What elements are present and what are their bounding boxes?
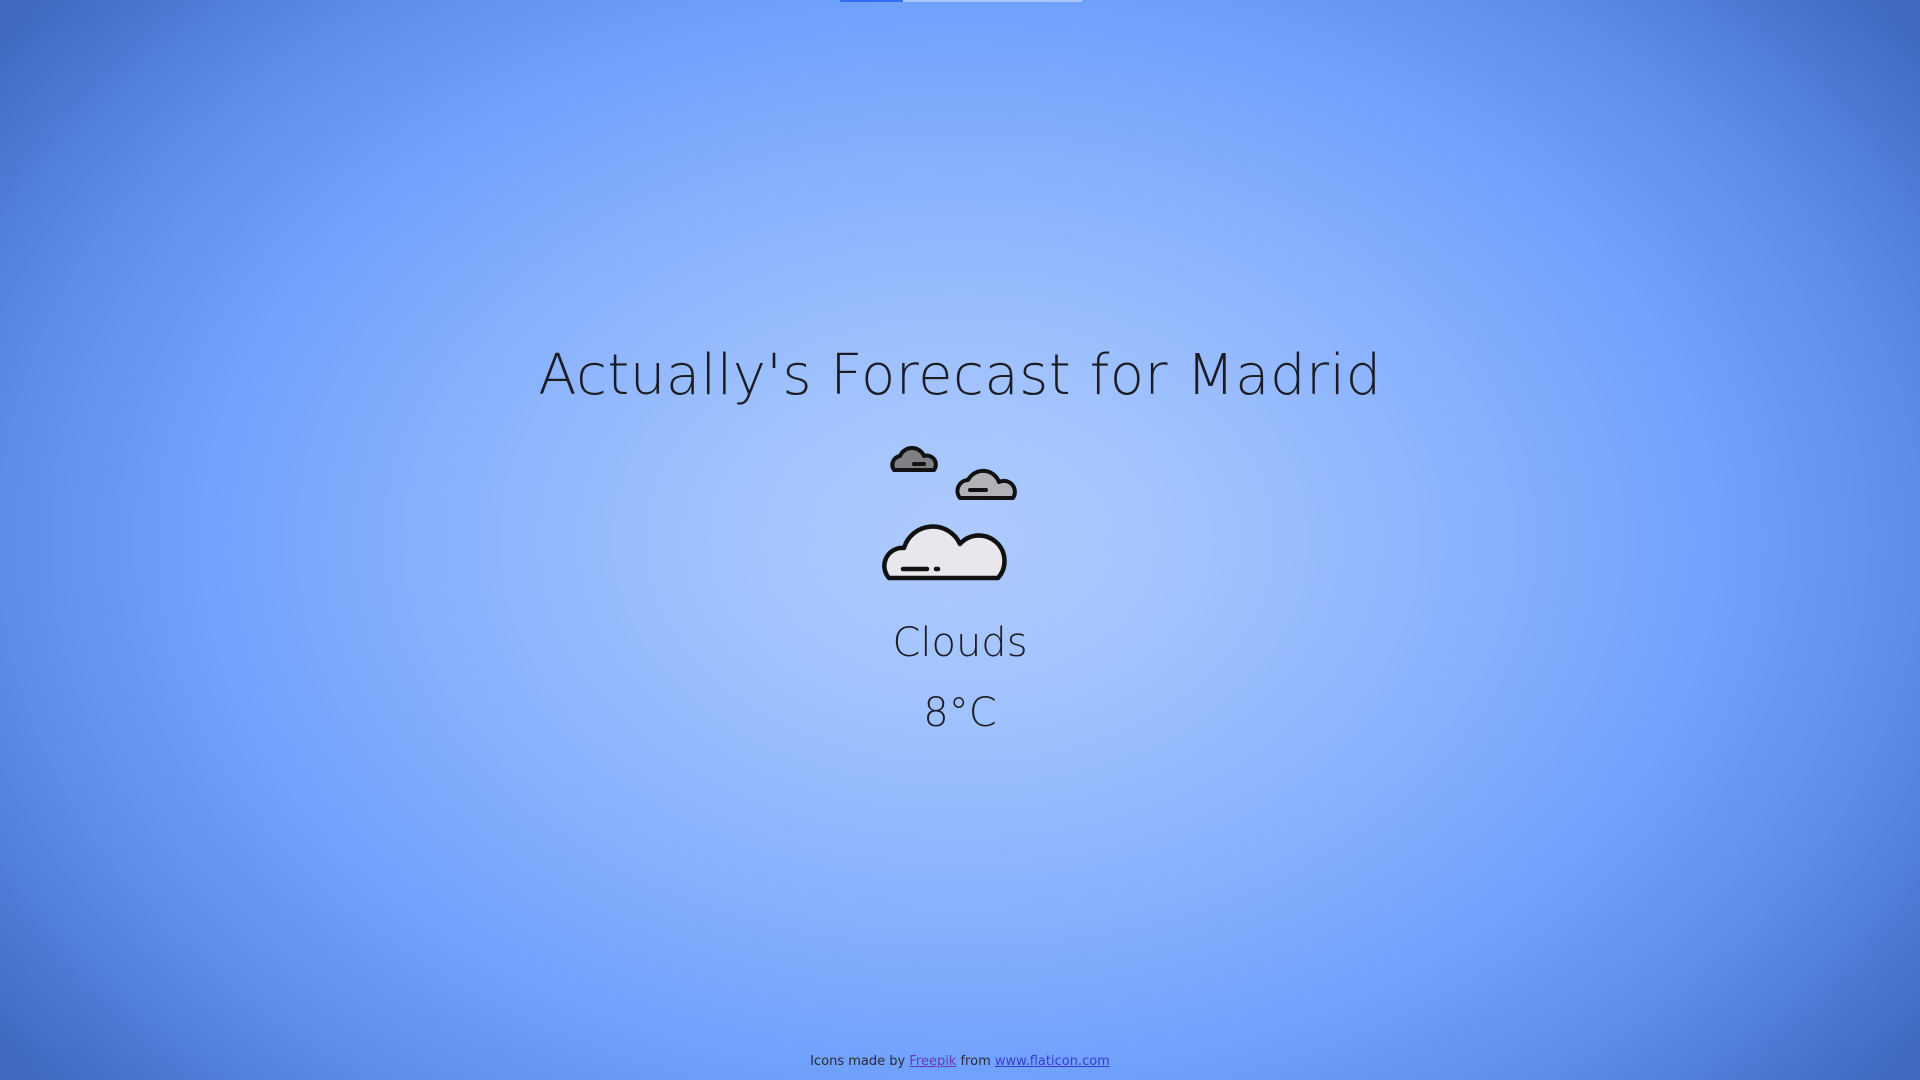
top-progress-bar bbox=[840, 0, 1082, 2]
temperature-value: 8°C bbox=[923, 690, 997, 736]
attribution-prefix: Icons made by bbox=[810, 1054, 906, 1069]
weather-condition: Clouds bbox=[892, 620, 1028, 666]
attribution-footer: Icons made by Freepik from www.flaticon.… bbox=[0, 1053, 1920, 1071]
top-progress-fill bbox=[840, 0, 903, 2]
clouds-icon bbox=[882, 446, 1017, 581]
page-title: Actually's Forecast for Madrid bbox=[538, 343, 1382, 408]
forecast-panel: Actually's Forecast for Madrid Clouds 8°… bbox=[0, 336, 1920, 740]
freepik-link[interactable]: Freepik bbox=[909, 1054, 956, 1069]
medium-cloud-icon bbox=[955, 468, 1017, 500]
large-cloud-icon bbox=[882, 524, 1007, 581]
flaticon-link[interactable]: www.flaticon.com bbox=[995, 1054, 1110, 1069]
small-cloud-icon bbox=[890, 446, 938, 472]
attribution-middle: from bbox=[960, 1054, 991, 1069]
